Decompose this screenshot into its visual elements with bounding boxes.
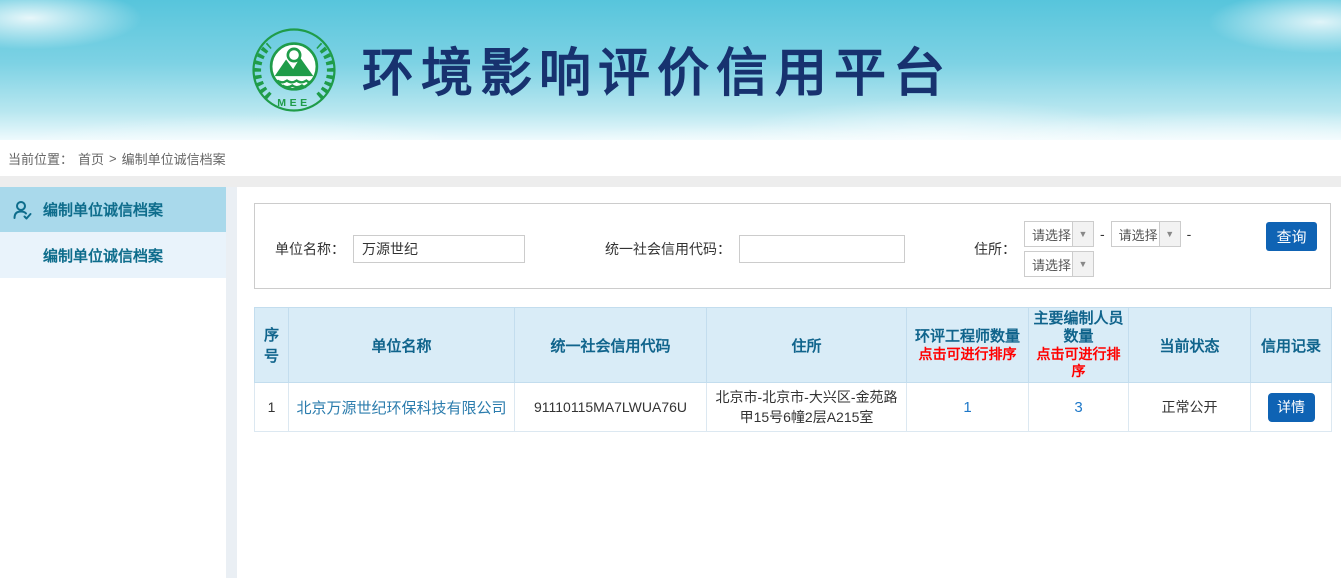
breadcrumb-home-link[interactable]: 首页	[78, 149, 104, 168]
breadcrumb-separator: >	[109, 151, 117, 166]
breadcrumb-current: 编制单位诚信档案	[122, 149, 226, 168]
site-header: MEE 环境影响评价信用平台	[0, 0, 1341, 140]
address-row-1: 请选择 ▼ - 请选择 ▼ -	[1024, 221, 1197, 247]
company-name-input[interactable]	[353, 235, 525, 263]
staff-count-link[interactable]: 3	[1074, 399, 1082, 416]
col-header-engineer-count: 环评工程师数量 点击可进行排序	[907, 308, 1029, 383]
table-header-row: 序号 单位名称 统一社会信用代码 住所 环评工程师数量 点击可进行排序 主要编制…	[255, 308, 1332, 383]
sidebar-item-label: 编制单位诚信档案	[43, 199, 163, 220]
cell-address: 北京市-北京市-大兴区-金苑路甲15号6幢2层A215室	[707, 383, 907, 432]
col-header-staff-count: 主要编制人员数量 点击可进行排序	[1029, 308, 1129, 383]
table-row: 1 北京万源世纪环保科技有限公司 91110115MA7LWUA76U 北京市-…	[255, 383, 1332, 432]
city-select-value: 请选择	[1112, 222, 1159, 246]
svg-text:MEE: MEE	[277, 97, 310, 109]
chevron-down-icon[interactable]: ▼	[1159, 222, 1180, 246]
sidebar-subitem-unit-credit-archive[interactable]: 编制单位诚信档案	[0, 232, 226, 278]
search-panel: 单位名称： 统一社会信用代码： 住所： 请选择 ▼ -	[254, 203, 1331, 289]
chevron-down-icon[interactable]: ▼	[1072, 252, 1093, 276]
engineer-count-link[interactable]: 1	[963, 399, 971, 416]
address-dash-1: -	[1100, 226, 1105, 242]
cell-credit-code: 91110115MA7LWUA76U	[515, 383, 707, 432]
credit-code-label: 统一社会信用代码：	[605, 239, 731, 259]
province-select-value: 请选择	[1025, 222, 1072, 246]
main-area: 单位名称： 统一社会信用代码： 住所： 请选择 ▼ -	[237, 187, 1341, 578]
city-select[interactable]: 请选择 ▼	[1111, 221, 1181, 247]
company-name-label: 单位名称：	[275, 239, 345, 259]
sidebar-divider	[226, 187, 237, 578]
address-row-2: 请选择 ▼	[1024, 251, 1197, 277]
query-button[interactable]: 查询	[1266, 222, 1317, 251]
staff-sort-link[interactable]: 点击可进行排序	[1033, 346, 1124, 380]
page: MEE 环境影响评价信用平台 当前位置： 首页 > 编制单位诚信档案 编制单位诚…	[0, 0, 1341, 578]
breadcrumb-prefix: 当前位置：	[8, 149, 73, 168]
col-header-index: 序号	[255, 308, 289, 383]
district-select-value: 请选择	[1025, 252, 1072, 276]
divider-band	[0, 176, 1341, 187]
address-label: 住所：	[974, 239, 1016, 259]
chevron-down-icon[interactable]: ▼	[1072, 222, 1093, 246]
col-header-company: 单位名称	[289, 308, 515, 383]
sidebar-subitem-label: 编制单位诚信档案	[43, 245, 163, 266]
content: 编制单位诚信档案 编制单位诚信档案 单位名称： 统一社会信用代码： 住所：	[0, 187, 1341, 578]
breadcrumb: 当前位置： 首页 > 编制单位诚信档案	[0, 140, 1341, 176]
col-header-staff-title: 主要编制人员数量	[1033, 310, 1124, 346]
site-title: 环境影响评价信用平台	[362, 31, 952, 106]
col-header-credit-code: 统一社会信用代码	[515, 308, 707, 383]
col-header-credit-record: 信用记录	[1251, 308, 1332, 383]
cell-status: 正常公开	[1129, 383, 1251, 432]
sidebar-item-unit-credit-archive[interactable]: 编制单位诚信档案	[0, 187, 226, 232]
detail-button[interactable]: 详情	[1268, 393, 1315, 422]
cell-index: 1	[255, 383, 289, 432]
search-row: 单位名称： 统一社会信用代码： 住所： 请选择 ▼ -	[255, 204, 1330, 277]
credit-code-input[interactable]	[739, 235, 905, 263]
mee-logo-icon: MEE	[250, 26, 338, 114]
col-header-engineer-title: 环评工程师数量	[911, 328, 1024, 346]
user-check-icon	[10, 198, 34, 222]
company-link[interactable]: 北京万源世纪环保科技有限公司	[296, 400, 506, 417]
district-select[interactable]: 请选择 ▼	[1024, 251, 1094, 277]
address-selects: 请选择 ▼ - 请选择 ▼ - 请选择	[1024, 221, 1197, 277]
col-header-status: 当前状态	[1129, 308, 1251, 383]
sidebar: 编制单位诚信档案 编制单位诚信档案	[0, 187, 226, 578]
address-dash-2: -	[1187, 226, 1192, 242]
results-table: 序号 单位名称 统一社会信用代码 住所 环评工程师数量 点击可进行排序 主要编制…	[254, 307, 1332, 432]
engineer-sort-link[interactable]: 点击可进行排序	[911, 346, 1024, 363]
col-header-address: 住所	[707, 308, 907, 383]
province-select[interactable]: 请选择 ▼	[1024, 221, 1094, 247]
